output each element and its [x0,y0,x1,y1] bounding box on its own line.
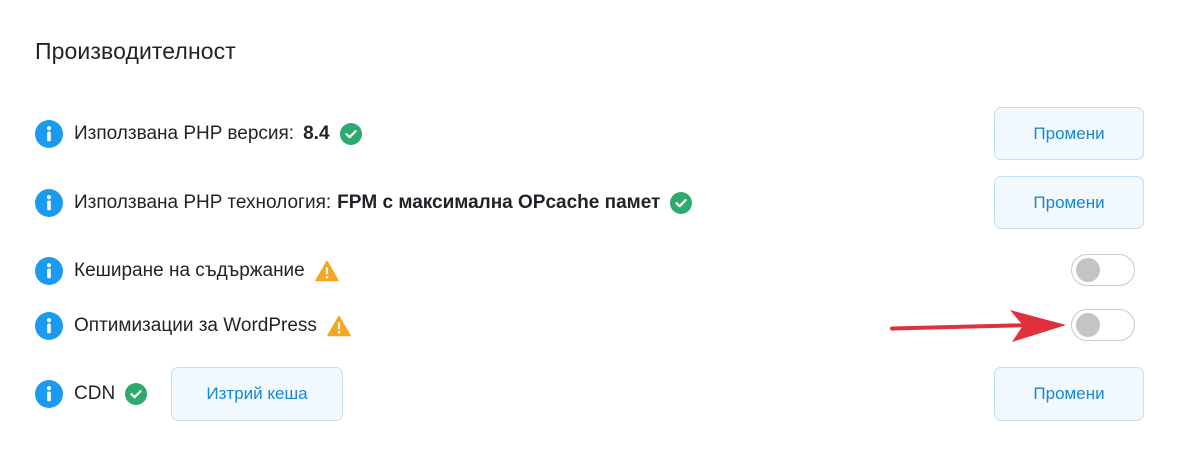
info-icon[interactable] [35,257,63,285]
change-cdn-button[interactable]: Промени [994,367,1144,421]
cdn-label: CDN [74,383,116,404]
toggle-knob [1076,258,1100,282]
change-php-technology-button[interactable]: Промени [994,176,1144,229]
info-icon[interactable] [35,380,63,408]
wordpress-optimizations-label: Оптимизации за WordPress [74,315,317,336]
check-circle-icon [125,383,148,405]
info-icon[interactable] [35,312,63,340]
toggle-knob [1076,313,1100,337]
red-arrow-annotation [890,310,1066,342]
php-technology-label: Използвана PHP технология: [74,192,332,213]
cdn-row: CDN [35,380,148,408]
warning-triangle-icon [315,260,339,282]
change-php-version-button[interactable]: Промени [994,107,1144,160]
php-version-value: 8.4 [303,123,330,144]
php-version-row: Използвана PHP версия: 8.4 [35,120,362,148]
check-circle-icon [670,192,693,214]
content-caching-label: Кеширане на съдържание [74,260,305,281]
php-technology-row: Използвана PHP технология: FPM с максима… [35,189,693,217]
info-icon[interactable] [35,189,63,217]
content-caching-toggle[interactable] [1071,254,1135,286]
warning-triangle-icon [327,315,351,337]
php-version-label: Използвана PHP версия: [74,123,295,144]
php-technology-value: FPM с максимална OPcache памет [337,192,661,213]
check-circle-icon [339,123,362,145]
purge-cache-button[interactable]: Изтрий кеша [171,367,343,421]
section-title: Производителност [35,38,236,64]
wordpress-optimizations-row: Оптимизации за WordPress [35,312,351,340]
info-icon[interactable] [35,120,63,148]
wordpress-optimizations-toggle[interactable] [1071,309,1135,341]
content-caching-row: Кеширане на съдържание [35,257,339,285]
